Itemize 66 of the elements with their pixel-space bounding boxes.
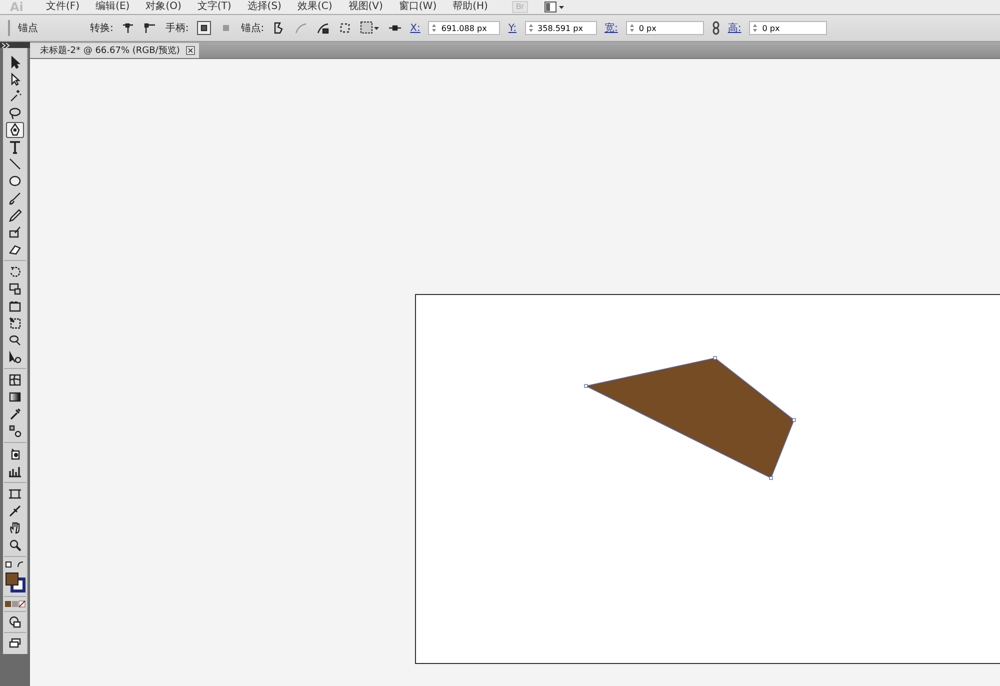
eyedropper-icon (8, 407, 22, 421)
convert-label: 转换: (90, 22, 114, 35)
document-tab-title: 未标题-2* @ 66.67% (RGB/预览) (40, 44, 180, 57)
menu-item[interactable]: 帮助(H) (452, 1, 488, 13)
menu-item[interactable]: 窗口(W) (398, 1, 437, 13)
hand-icon (8, 521, 22, 535)
workspace-button[interactable] (544, 0, 566, 14)
field-label: 宽: (604, 22, 618, 35)
menu-item[interactable]: 对象(O) (146, 1, 182, 13)
chain-link-icon[interactable] (712, 21, 720, 35)
screen-mode-button[interactable] (8, 636, 22, 650)
isolate-button[interactable] (338, 21, 352, 35)
artboard-icon (8, 487, 22, 501)
ellipse-icon (8, 174, 22, 188)
coordinate-field[interactable]: 0 px (749, 21, 828, 35)
rotate-icon (8, 265, 22, 279)
corner-point-button[interactable] (121, 21, 136, 35)
spinner-icon[interactable] (528, 23, 534, 33)
smooth-point-button[interactable] (143, 21, 158, 35)
coordinate-field[interactable]: 691.088 px (428, 21, 500, 35)
pen-tool-icon (8, 123, 22, 137)
anchors-label: 锚点: (240, 22, 264, 35)
menu-item[interactable]: 编辑(E) (96, 1, 130, 13)
scale-icon (8, 282, 22, 296)
blend-icon (8, 424, 22, 438)
document-tab[interactable]: 未标题-2* @ 66.67% (RGB/预览) (30, 43, 199, 58)
line-icon (8, 157, 22, 171)
field-label: X: (410, 22, 420, 34)
handles-label: 手柄: (165, 22, 189, 35)
wand-icon (8, 89, 22, 103)
swap-colors-icon[interactable] (4, 560, 26, 570)
type-tool-icon (8, 140, 22, 154)
fill-stroke-swatch-icon[interactable] (4, 571, 26, 593)
menu-item[interactable]: 选择(S) (247, 1, 282, 13)
transform-icon (8, 316, 22, 330)
zoom-icon (8, 538, 22, 552)
dotted-square-button[interactable] (360, 21, 380, 35)
gradient-icon (8, 390, 22, 404)
menu-item[interactable]: 效果(C) (297, 1, 332, 13)
warp-icon (8, 299, 22, 313)
menu-item[interactable]: 文件(F) (46, 1, 80, 13)
slice-icon (8, 504, 22, 518)
menu-item[interactable]: 视图(V) (348, 1, 383, 13)
cut-path-button[interactable] (316, 21, 330, 35)
brush-icon (8, 191, 22, 205)
quadrilateral-shape[interactable] (584, 356, 796, 480)
shape-builder-icon (8, 333, 22, 347)
draw-mode-button[interactable] (8, 615, 22, 629)
spinner-icon[interactable] (752, 23, 758, 33)
coordinate-field[interactable]: 0 px (626, 21, 704, 35)
show-handles-button[interactable] (196, 21, 211, 35)
menu-item[interactable]: 文字(T) (197, 1, 232, 13)
selection-type-label: 锚点 (18, 22, 38, 35)
mesh-icon (8, 373, 22, 387)
blob-brush-icon (8, 225, 22, 239)
collapse-icon[interactable] (2, 42, 10, 48)
field-label: Y: (508, 22, 517, 34)
spinner-icon[interactable] (628, 23, 635, 33)
coordinate-field[interactable]: 358.591 px (524, 21, 597, 35)
bar-graph-icon (8, 464, 22, 478)
pencil-icon (8, 208, 22, 222)
close-icon[interactable] (186, 46, 195, 55)
color-mode-icon[interactable] (4, 600, 26, 608)
spinner-icon[interactable] (431, 23, 438, 33)
field-label: 高: (728, 22, 742, 35)
lasso-icon (8, 106, 22, 120)
